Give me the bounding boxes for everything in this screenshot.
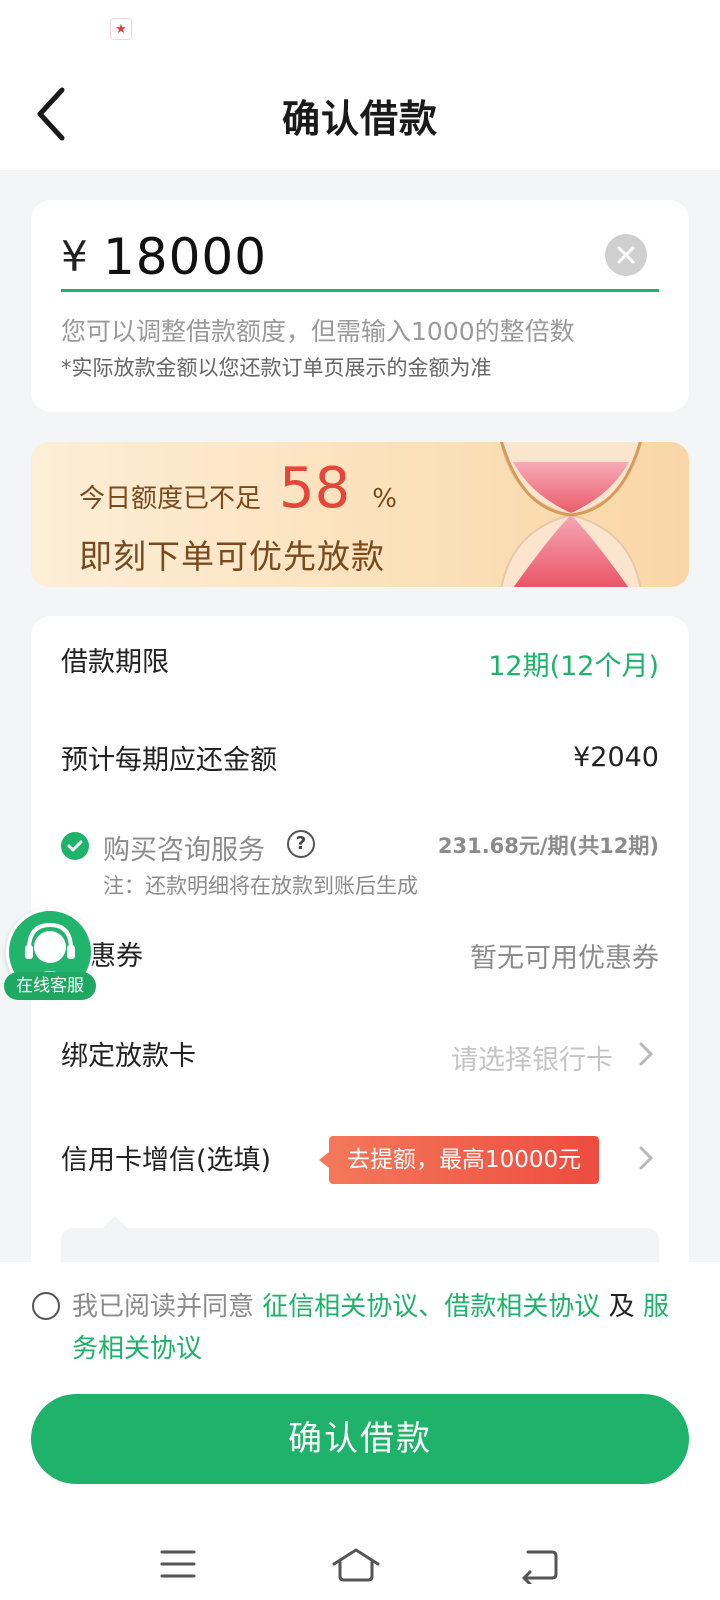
close-icon (617, 246, 635, 264)
credit-agreement-link[interactable]: 征信相关协议、 (262, 1292, 444, 1322)
quota-banner[interactable]: 今日额度已不足 58 % 即刻下单可优先放款 (31, 442, 689, 587)
term-label: 借款期限 (61, 647, 169, 678)
banner-line2: 即刻下单可优先放款 (79, 537, 385, 576)
coupon-label: 惠券 (89, 941, 143, 972)
monthly-label: 预计每期应还金额 (61, 745, 277, 776)
currency-symbol: ¥ (61, 232, 88, 281)
agreement-text: 我已阅读并同意 征信相关协议、借款相关协议 及 服务相关协议 (72, 1286, 672, 1370)
system-nav-bar (0, 1530, 720, 1600)
credit-boost-promo[interactable]: 去提额，最高10000元 (318, 1136, 600, 1184)
confirm-loan-button[interactable]: 确认借款 (31, 1394, 689, 1484)
nav-bar: 确认借款 (0, 60, 720, 170)
amount-note: *实际放款金额以您还款订单页展示的金额为准 (61, 356, 492, 380)
banner-percent: 58 (279, 456, 351, 521)
status-bar: ★ (0, 0, 720, 60)
banner-prefix: 今日额度已不足 (79, 484, 262, 514)
amount-hint: 您可以调整借款额度，但需输入1000的整倍数 (61, 317, 575, 346)
loan-detail-card: 借款期限 12期(12个月) 预计每期应还金额 ¥2040 购买咨询服务 ? 2… (31, 616, 689, 1276)
banner-percent-sign: % (372, 484, 397, 514)
service-price: 231.68元/期(共12期) (437, 834, 659, 858)
monthly-value: ¥2040 (573, 742, 659, 773)
amount-input[interactable]: 18000 (103, 228, 267, 286)
agreement-radio[interactable] (32, 1292, 60, 1320)
help-icon[interactable]: ? (287, 830, 315, 858)
amount-input-row[interactable]: ¥ 18000 (61, 226, 659, 292)
chevron-right-icon[interactable] (637, 1040, 655, 1068)
term-value[interactable]: 12期(12个月) (488, 644, 659, 683)
agreement-prefix: 我已阅读并同意 (72, 1292, 255, 1322)
check-icon (67, 840, 83, 852)
agreement-connector: 及 (608, 1292, 635, 1322)
tip-pointer (103, 1216, 127, 1228)
service-checkbox[interactable] (61, 832, 89, 860)
service-label: 购买咨询服务 (103, 835, 265, 866)
home-icon[interactable] (326, 1544, 386, 1584)
loan-agreement-link[interactable]: 借款相关协议 (444, 1292, 600, 1322)
app-notification-icon: ★ (110, 18, 132, 40)
menu-icon[interactable] (148, 1544, 208, 1584)
bank-card-label: 绑定放款卡 (61, 1041, 196, 1072)
hourglass-icon (500, 442, 642, 587)
service-note: 注：还款明细将在放款到账后生成 (103, 874, 418, 898)
amount-card: ¥ 18000 您可以调整借款额度，但需输入1000的整倍数 *实际放款金额以您… (31, 200, 689, 412)
back-gesture-icon[interactable] (508, 1544, 568, 1584)
chevron-right-icon[interactable] (637, 1144, 655, 1172)
page-title: 确认借款 (281, 97, 438, 141)
credit-boost-label: 信用卡增信(选填) (61, 1145, 272, 1176)
coupon-value[interactable]: 暂无可用优惠券 (470, 936, 659, 975)
clear-amount-button[interactable] (605, 234, 647, 276)
customer-service-label: 在线客服 (4, 972, 96, 1000)
banner-line1: 今日额度已不足 58 % (79, 456, 397, 521)
online-customer-service-button[interactable]: 在线客服 (4, 908, 96, 1004)
bank-card-select[interactable]: 请选择银行卡 (451, 1038, 613, 1077)
